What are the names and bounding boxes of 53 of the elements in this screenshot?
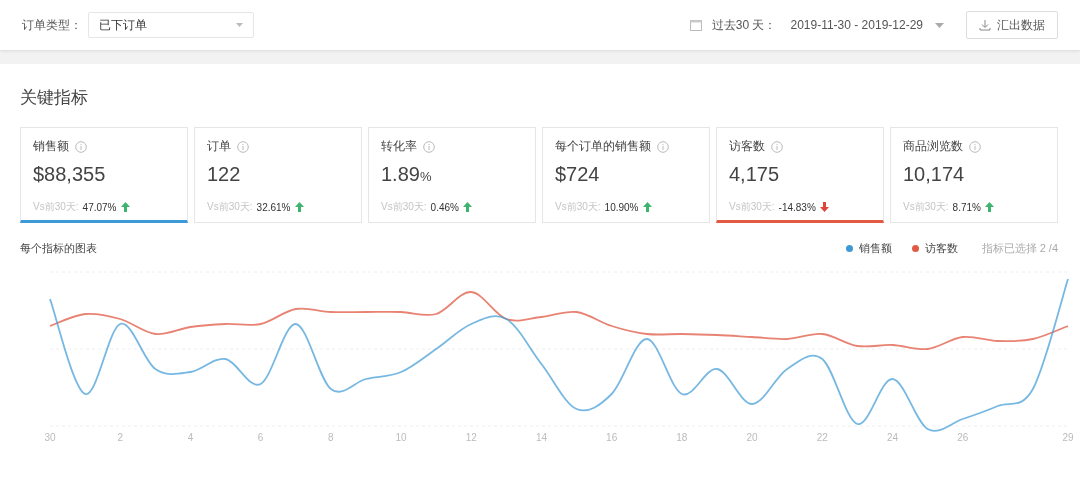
calendar-icon xyxy=(689,19,702,31)
caret-icon[interactable] xyxy=(935,22,944,28)
metric-label: 访客数 xyxy=(729,138,765,155)
x-axis-label: 10 xyxy=(394,432,408,443)
metric-label: 商品浏览数 xyxy=(903,138,963,155)
metric-value: 4,175 xyxy=(729,163,781,186)
metric-value: 10,174 xyxy=(903,163,966,186)
x-axis-label: 12 xyxy=(464,432,478,443)
selection-count: 指标已选择 2 /4 xyxy=(981,241,1058,256)
metric-value: 1.89% xyxy=(381,163,433,186)
order-type-label: 订单类型： xyxy=(22,16,82,34)
change-value: 32.61% xyxy=(256,201,291,213)
x-axis-label: 30 xyxy=(43,432,57,443)
caret-icon xyxy=(236,23,243,27)
metric-label: 销售额 xyxy=(33,138,69,155)
date-range[interactable]: 2019-11-30 - 2019-12-29 xyxy=(790,18,923,32)
metric-label: 每个订单的销售额 xyxy=(555,138,651,155)
legend-label: 访客数 xyxy=(924,241,958,256)
order-type-select[interactable]: 已下订单 xyxy=(88,12,254,38)
download-icon xyxy=(979,19,991,31)
export-button[interactable]: 汇出数据 xyxy=(966,11,1058,39)
chart-title: 每个指标的图表 xyxy=(20,241,97,256)
x-axis-label: 6 xyxy=(256,432,265,443)
info-icon xyxy=(237,140,249,153)
x-axis-label: 4 xyxy=(186,432,195,443)
change-value: 8.71% xyxy=(952,201,981,213)
info-icon xyxy=(423,140,435,153)
change-value: 0.46% xyxy=(430,201,459,213)
metric-value: 122 xyxy=(207,163,242,186)
x-axis-label: 26 xyxy=(956,432,970,443)
info-icon xyxy=(969,140,981,153)
metric-label: 转化率 xyxy=(381,138,417,155)
x-axis-label: 2 xyxy=(116,432,124,443)
x-axis-label: 20 xyxy=(745,432,759,443)
info-icon xyxy=(75,140,87,153)
metric-value: $88,355 xyxy=(33,163,107,186)
metric-value: $724 xyxy=(555,163,601,186)
period-label: 过去30 天： xyxy=(711,16,777,34)
legend-label: 销售额 xyxy=(858,241,892,256)
change-value: 47.07% xyxy=(82,201,117,213)
info-icon xyxy=(771,140,783,153)
x-axis-label: 22 xyxy=(815,432,829,443)
section-title: 关键指标 xyxy=(20,87,89,109)
x-axis-label: 29 xyxy=(1061,432,1075,443)
metric-label: 订单 xyxy=(207,138,231,155)
x-axis-label: 8 xyxy=(327,432,335,443)
x-axis-label: 24 xyxy=(885,432,900,443)
x-axis-label: 14 xyxy=(534,432,548,443)
change-value: 10.90% xyxy=(604,201,639,213)
x-axis-label: 18 xyxy=(675,432,689,443)
info-icon xyxy=(657,140,669,153)
change-value: -14.83% xyxy=(778,201,816,213)
x-axis-label: 16 xyxy=(605,432,619,443)
